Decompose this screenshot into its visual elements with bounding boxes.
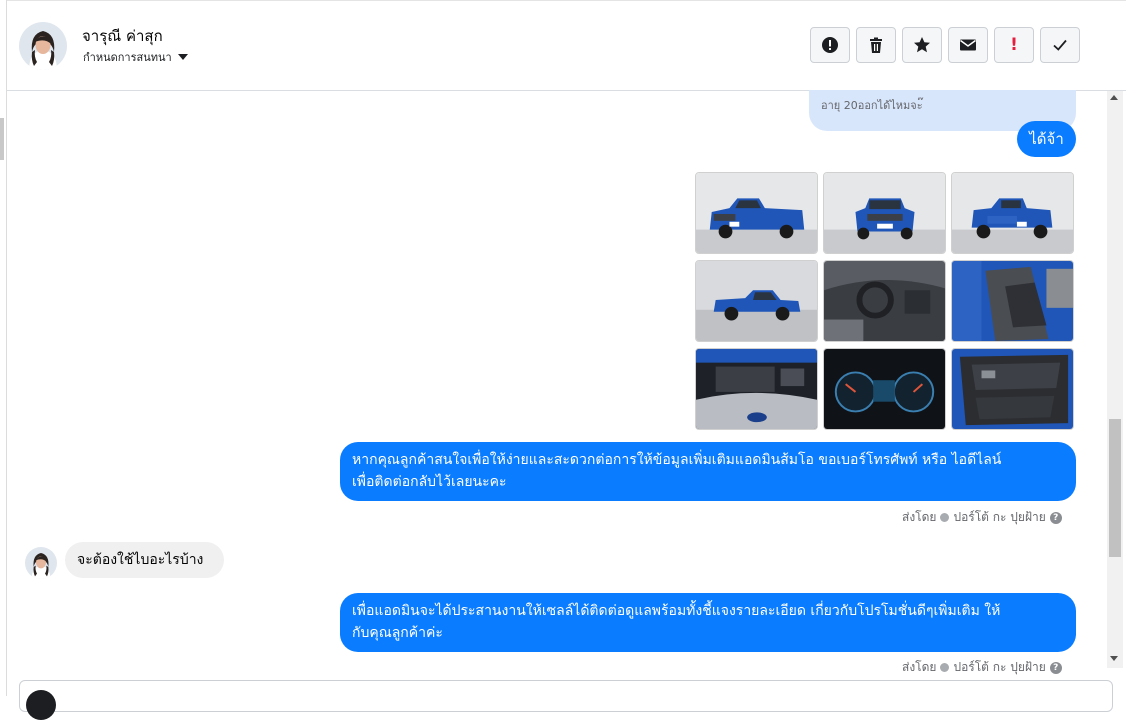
sender-name: ปอร์โต้ กะ ปุยฝ้าย [953, 660, 1046, 674]
exclamation-icon: ! [1010, 34, 1018, 55]
scroll-down-arrow-icon[interactable] [1110, 656, 1118, 661]
alert-circle-icon [820, 35, 840, 55]
left-border [6, 0, 7, 696]
incoming-message[interactable]: จะต้องใช้ไบอะไรบ้าง [65, 542, 224, 578]
conversation-schedule-label: กำหนดการสนทนา [83, 51, 172, 64]
alert-circle-button[interactable] [810, 27, 850, 63]
photo-pickup-rear[interactable] [951, 172, 1074, 254]
message-line: เพื่อแอดมินจะได้ประสานงานให้เซลล์ได้ติดต… [352, 603, 1001, 619]
message-line: หากคุณลูกค้าสนใจเพื่อให้ง่ายและสะดวกต่อก… [352, 452, 1002, 468]
photo-interior-dashboard[interactable] [823, 260, 946, 342]
checkmark-icon [1050, 35, 1070, 55]
outgoing-message[interactable]: เพื่อแอดมินจะได้ประสานงานให้เซลล์ได้ติดต… [340, 593, 1076, 652]
photo-pickup-front-left[interactable] [695, 172, 818, 254]
message-line: เพื่อติดต่อกลับไว้เลยนะคะ [352, 474, 507, 490]
photo-instrument-cluster[interactable] [823, 348, 946, 430]
outgoing-message[interactable]: ได้จ้า [1017, 121, 1076, 157]
star-icon [912, 35, 932, 55]
message-line: กับคุณลูกค้าค่ะ [352, 625, 443, 641]
photo-door-panel[interactable] [951, 348, 1074, 430]
sender-name: ปอร์โต้ กะ ปุยฝ้าย [953, 510, 1046, 524]
star-button[interactable] [902, 27, 942, 63]
contact-name[interactable]: จารุณี ค่าสุก [82, 24, 163, 48]
envelope-icon [958, 35, 978, 55]
sent-by-row: ส่งโดย ปอร์โต้ กะ ปุยฝ้าย ? [902, 658, 1062, 677]
caret-down-icon[interactable] [177, 54, 188, 60]
contact-avatar[interactable] [19, 22, 67, 70]
verified-badge-icon [940, 513, 950, 522]
photo-grid [695, 172, 1076, 430]
scrollbar-track[interactable] [1107, 91, 1123, 668]
conversation-header: จารุณี ค่าสุก กำหนดการสนทนา ! [7, 1, 1126, 91]
exclamation-button[interactable]: ! [994, 27, 1034, 63]
trash-icon [866, 35, 886, 55]
scrollbar-thumb[interactable] [1109, 419, 1121, 557]
help-icon[interactable]: ? [1049, 661, 1062, 674]
scroll-up-arrow-icon[interactable] [1110, 95, 1118, 100]
sent-by-label: ส่งโดย [902, 510, 937, 524]
composer-avatar [26, 690, 56, 720]
message-composer[interactable] [19, 680, 1113, 712]
outgoing-message[interactable]: หากคุณลูกค้าสนใจเพื่อให้ง่ายและสะดวกต่อก… [340, 442, 1076, 501]
help-icon[interactable]: ? [1049, 511, 1062, 524]
checkmark-button[interactable] [1040, 27, 1080, 63]
photo-engine-bay[interactable] [695, 348, 818, 430]
photo-interior-seats[interactable] [951, 260, 1074, 342]
sent-by-row: ส่งโดย ปอร์โต้ กะ ปุยฝ้าย ? [902, 508, 1062, 527]
header-actions: ! [810, 27, 1080, 63]
verified-badge-icon [940, 663, 950, 672]
trash-button[interactable] [856, 27, 896, 63]
contact-avatar-small[interactable] [25, 547, 57, 579]
photo-pickup-side[interactable] [695, 260, 818, 342]
left-scroll-mark [0, 118, 4, 160]
photo-pickup-front[interactable] [823, 172, 946, 254]
envelope-button[interactable] [948, 27, 988, 63]
sent-by-label: ส่งโดย [902, 660, 937, 674]
conversation-schedule[interactable]: กำหนดการสนทนา [83, 48, 188, 66]
